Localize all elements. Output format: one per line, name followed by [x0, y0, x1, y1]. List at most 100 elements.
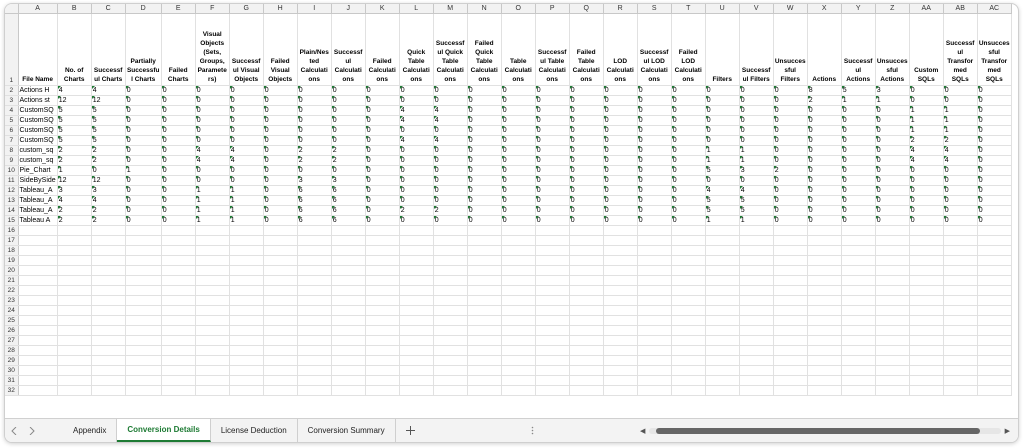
value-cell[interactable]: 0: [161, 165, 196, 176]
value-cell[interactable]: 0: [637, 215, 672, 226]
empty-cell[interactable]: [91, 365, 126, 376]
value-cell[interactable]: 2: [331, 155, 366, 166]
empty-cell[interactable]: [671, 315, 706, 326]
empty-cell[interactable]: [399, 285, 434, 296]
value-cell[interactable]: 0: [535, 155, 570, 166]
value-cell[interactable]: 0: [977, 165, 1012, 176]
empty-cell[interactable]: [943, 265, 978, 276]
value-cell[interactable]: 3: [91, 185, 126, 196]
value-cell[interactable]: 5: [91, 125, 126, 136]
empty-cell[interactable]: [57, 285, 92, 296]
empty-cell[interactable]: [705, 265, 740, 276]
empty-cell[interactable]: [603, 285, 638, 296]
value-cell[interactable]: 6: [297, 215, 332, 226]
empty-cell[interactable]: [125, 225, 162, 236]
empty-cell[interactable]: [399, 365, 434, 376]
empty-cell[interactable]: [195, 225, 230, 236]
empty-cell[interactable]: [943, 315, 978, 326]
value-cell[interactable]: 0: [807, 165, 842, 176]
empty-cell[interactable]: [671, 375, 706, 386]
empty-cell[interactable]: [875, 225, 910, 236]
empty-cell[interactable]: [501, 385, 536, 396]
empty-cell[interactable]: [637, 325, 672, 336]
value-cell[interactable]: 0: [263, 135, 298, 146]
value-cell[interactable]: 2: [773, 165, 808, 176]
empty-cell[interactable]: [18, 355, 58, 366]
value-cell[interactable]: 6: [297, 185, 332, 196]
value-cell[interactable]: 5: [57, 135, 92, 146]
empty-cell[interactable]: [161, 385, 196, 396]
empty-cell[interactable]: [739, 355, 774, 366]
empty-cell[interactable]: [18, 325, 58, 336]
value-cell[interactable]: 5: [841, 85, 876, 96]
empty-cell[interactable]: [365, 345, 400, 356]
empty-cell[interactable]: [365, 235, 400, 246]
value-cell[interactable]: 2: [909, 135, 944, 146]
empty-cell[interactable]: [263, 365, 298, 376]
empty-cell[interactable]: [229, 245, 264, 256]
empty-cell[interactable]: [399, 355, 434, 366]
value-cell[interactable]: 0: [161, 195, 196, 206]
empty-cell[interactable]: [977, 365, 1012, 376]
value-cell[interactable]: 0: [161, 125, 196, 136]
empty-cell[interactable]: [125, 295, 162, 306]
empty-cell[interactable]: [943, 275, 978, 286]
empty-cell[interactable]: [263, 235, 298, 246]
empty-cell[interactable]: [705, 345, 740, 356]
value-cell[interactable]: 3: [875, 85, 910, 96]
empty-cell[interactable]: [943, 385, 978, 396]
value-cell[interactable]: 0: [297, 95, 332, 106]
empty-cell[interactable]: [297, 275, 332, 286]
empty-cell[interactable]: [331, 275, 366, 286]
value-cell[interactable]: 1: [875, 95, 910, 106]
value-cell[interactable]: 1: [909, 115, 944, 126]
value-cell[interactable]: 0: [501, 145, 536, 156]
value-cell[interactable]: 1: [229, 215, 264, 226]
column-header[interactable]: C: [91, 4, 126, 14]
empty-cell[interactable]: [603, 295, 638, 306]
value-cell[interactable]: 0: [263, 215, 298, 226]
empty-cell[interactable]: [399, 245, 434, 256]
empty-cell[interactable]: [569, 315, 604, 326]
empty-cell[interactable]: [433, 365, 468, 376]
value-cell[interactable]: 0: [263, 95, 298, 106]
value-cell[interactable]: 0: [603, 105, 638, 116]
empty-cell[interactable]: [943, 245, 978, 256]
value-cell[interactable]: 0: [875, 145, 910, 156]
empty-cell[interactable]: [18, 375, 58, 386]
value-cell[interactable]: 0: [841, 205, 876, 216]
value-cell[interactable]: 0: [807, 125, 842, 136]
empty-cell[interactable]: [875, 325, 910, 336]
value-cell[interactable]: 0: [807, 145, 842, 156]
empty-cell[interactable]: [125, 335, 162, 346]
empty-cell[interactable]: [501, 225, 536, 236]
row-header[interactable]: 1: [5, 13, 19, 86]
empty-cell[interactable]: [909, 225, 944, 236]
empty-cell[interactable]: [569, 305, 604, 316]
value-cell[interactable]: 0: [535, 205, 570, 216]
value-cell[interactable]: 0: [943, 85, 978, 96]
empty-cell[interactable]: [875, 335, 910, 346]
empty-cell[interactable]: [433, 345, 468, 356]
value-cell[interactable]: 3: [57, 185, 92, 196]
sheet-tab[interactable]: Conversion Details: [117, 419, 211, 442]
empty-cell[interactable]: [841, 315, 876, 326]
value-cell[interactable]: 0: [467, 165, 502, 176]
value-cell[interactable]: 6: [331, 205, 366, 216]
value-cell[interactable]: 1: [909, 125, 944, 136]
value-cell[interactable]: 0: [977, 85, 1012, 96]
value-cell[interactable]: 0: [467, 105, 502, 116]
value-cell[interactable]: 8: [807, 85, 842, 96]
empty-cell[interactable]: [91, 345, 126, 356]
value-cell[interactable]: 0: [125, 185, 162, 196]
empty-cell[interactable]: [603, 365, 638, 376]
empty-cell[interactable]: [229, 385, 264, 396]
value-cell[interactable]: 1: [229, 205, 264, 216]
column-header[interactable]: S: [637, 4, 672, 14]
value-cell[interactable]: 0: [535, 85, 570, 96]
empty-cell[interactable]: [467, 295, 502, 306]
value-cell[interactable]: 0: [841, 145, 876, 156]
empty-cell[interactable]: [229, 295, 264, 306]
empty-cell[interactable]: [125, 275, 162, 286]
empty-cell[interactable]: [807, 265, 842, 276]
